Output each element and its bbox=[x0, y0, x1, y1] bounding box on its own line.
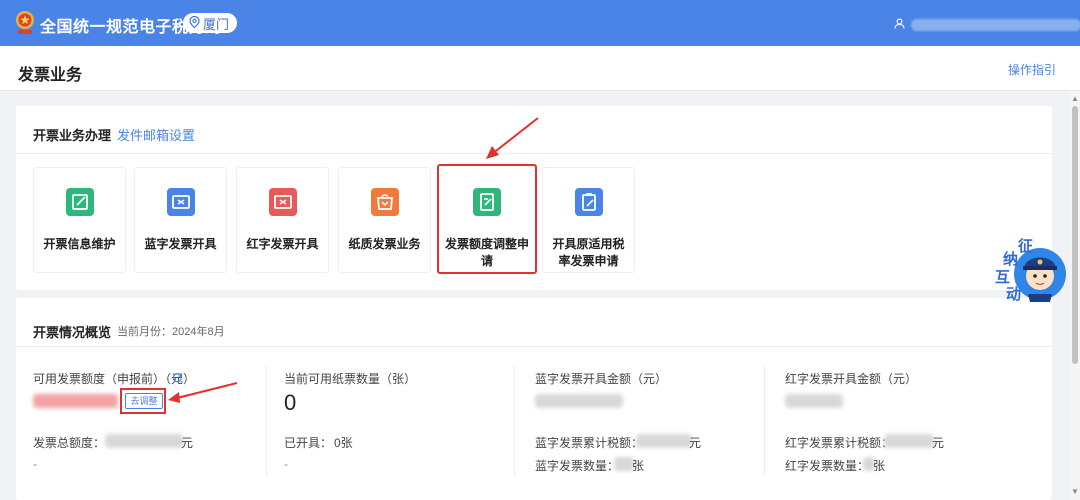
total-quota-redacted bbox=[105, 434, 183, 448]
red-amount-label: 红字发票开具金额（元） bbox=[785, 372, 918, 386]
scroll-down-arrow-icon[interactable]: ▼ bbox=[1071, 487, 1079, 496]
divider bbox=[16, 346, 1052, 347]
overview-section-title: 开票情况概览 bbox=[33, 325, 112, 340]
tile-quota-adjust[interactable]: 发票额度调整申请 bbox=[437, 164, 537, 274]
tile-label: 纸质发票业务 bbox=[348, 237, 421, 251]
tile-label: 蓝字发票开具 bbox=[144, 237, 217, 251]
tile-original-tax-rate[interactable]: 开具原适用税率发票申请 bbox=[542, 167, 635, 273]
tile-blue-invoice[interactable]: 蓝字发票开具 bbox=[134, 167, 227, 273]
blue-amount-label: 蓝字发票开具金额（元） bbox=[535, 372, 668, 386]
tile-label: 发票额度调整申请 bbox=[445, 237, 530, 268]
top-bar: 全国统一规范电子税务局 厦门 bbox=[0, 0, 1080, 46]
zhang-unit: 张 bbox=[873, 459, 886, 473]
blue-amount-redacted bbox=[535, 394, 623, 408]
blue-tax-redacted bbox=[636, 434, 692, 448]
mail-settings-link[interactable]: 发件邮箱设置 bbox=[117, 125, 195, 144]
red-amount-redacted bbox=[785, 394, 843, 408]
paper-bag-icon bbox=[370, 188, 399, 216]
yuan-unit: 元 bbox=[181, 436, 194, 450]
annotation-arrow-icon bbox=[486, 117, 539, 159]
tile-label: 开具原适用税率发票申请 bbox=[552, 237, 625, 268]
highlight-box bbox=[120, 388, 166, 414]
tax-emblem-icon bbox=[14, 10, 36, 36]
tile-paper-invoice[interactable]: 纸质发票业务 bbox=[338, 167, 431, 273]
divider bbox=[764, 366, 765, 476]
page-title: 发票业务 bbox=[18, 67, 83, 84]
empty-value: - bbox=[33, 457, 37, 471]
zhang-unit: 张 bbox=[632, 459, 645, 473]
empty-value: - bbox=[284, 457, 288, 471]
city-switcher[interactable]: 厦门 bbox=[183, 13, 238, 33]
red-tax-label: 红字发票累计税额： bbox=[785, 436, 894, 450]
current-month: 当前月份：2024年8月 bbox=[117, 326, 225, 338]
blue-count-label: 蓝字发票数量： bbox=[535, 459, 620, 473]
mascot-text: 征 bbox=[1018, 238, 1034, 255]
blue-tax-label: 蓝字发票累计税额： bbox=[535, 436, 644, 450]
mascot-text: 动 bbox=[1006, 286, 1022, 303]
ticket-icon bbox=[166, 188, 195, 216]
business-section-title: 开票业务办理 bbox=[33, 128, 112, 143]
paper-count-label: 当前可用纸票数量（张） bbox=[284, 372, 417, 386]
blue-count-redacted bbox=[614, 457, 634, 471]
edit-form-icon bbox=[473, 188, 501, 216]
total-quota-label: 发票总额度： bbox=[33, 436, 106, 450]
user-name-redacted bbox=[911, 19, 1080, 31]
city-label: 厦门 bbox=[203, 16, 230, 32]
divider bbox=[514, 366, 515, 476]
yuan-unit: 元 bbox=[932, 436, 945, 450]
tile-invoice-info[interactable]: 开票信息维护 bbox=[33, 167, 126, 273]
operation-guide-link[interactable]: 操作指引 bbox=[1008, 61, 1056, 78]
available-quota-value-redacted bbox=[33, 394, 118, 408]
yuan-unit: 元 bbox=[689, 436, 702, 450]
scroll-up-arrow-icon[interactable]: ▲ bbox=[1071, 94, 1079, 103]
user-menu[interactable] bbox=[894, 16, 1080, 34]
clipboard-edit-icon bbox=[574, 188, 603, 216]
tile-red-invoice[interactable]: 红字发票开具 bbox=[236, 167, 329, 273]
red-tax-redacted bbox=[884, 434, 934, 448]
annotation-arrow-icon bbox=[168, 382, 238, 403]
paper-count-value: 0 bbox=[284, 390, 297, 415]
ticket-icon bbox=[268, 188, 297, 216]
tile-label: 红字发票开具 bbox=[246, 237, 319, 251]
issued-label: 已开具： bbox=[284, 436, 333, 450]
location-pin-icon bbox=[189, 15, 200, 31]
red-count-label: 红字发票数量： bbox=[785, 459, 870, 473]
tile-label: 开票信息维护 bbox=[43, 237, 116, 251]
edit-document-icon bbox=[65, 188, 94, 216]
divider bbox=[266, 366, 267, 476]
interaction-mascot[interactable]: 征 纳 互 动 bbox=[994, 238, 1070, 304]
page-header: 发票业务 bbox=[0, 46, 1080, 91]
scrollbar-thumb[interactable] bbox=[1072, 106, 1078, 364]
issued-value: 0张 bbox=[334, 436, 353, 450]
user-icon bbox=[894, 16, 905, 34]
